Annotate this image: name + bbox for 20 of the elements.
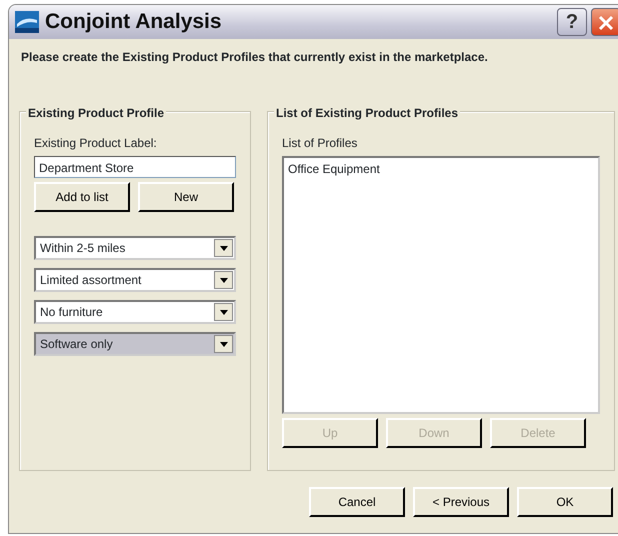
list-item[interactable]: Office Equipment: [288, 160, 594, 178]
push-button[interactable]: New: [138, 182, 234, 212]
dropdown[interactable]: No furniture: [34, 300, 236, 324]
list-label: List of Profiles: [282, 135, 358, 152]
push-button[interactable]: < Previous: [413, 487, 509, 517]
instruction-text: Please create the Existing Product Profiles that currently exist in the marketplace.: [20, 49, 489, 66]
dropdown[interactable]: Within 2-5 miles: [34, 236, 236, 260]
help-button[interactable]: ?: [557, 8, 587, 36]
close-icon[interactable]: [597, 14, 615, 32]
close-button[interactable]: [591, 8, 618, 36]
window-title: Conjoint Analysis: [45, 9, 222, 36]
dropdown[interactable]: Limited assortment: [34, 268, 236, 292]
input-field[interactable]: Department Store: [34, 156, 236, 178]
list-box[interactable]: Office Equipment: [282, 156, 600, 414]
push-button[interactable]: OK: [517, 487, 613, 517]
field-label: Existing Product Label:: [34, 135, 158, 152]
push-button[interactable]: Cancel: [309, 487, 405, 517]
dropdown[interactable]: Software only: [34, 332, 236, 356]
app-icon: [15, 11, 39, 33]
push-button[interactable]: Add to list: [34, 182, 130, 212]
